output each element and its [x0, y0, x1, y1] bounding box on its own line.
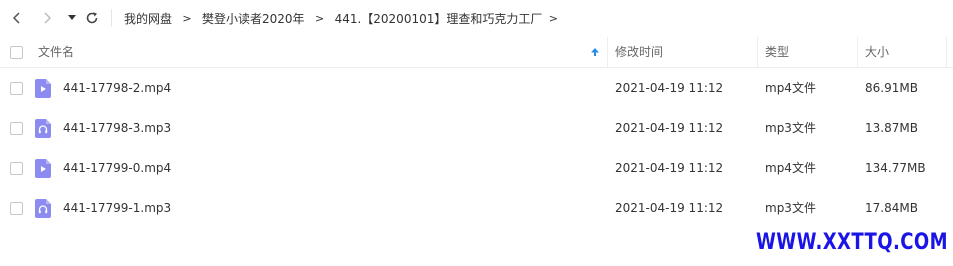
forward-button[interactable]: [37, 8, 57, 28]
breadcrumb-item-current[interactable]: 441.【20200101】理查和巧克力工厂: [335, 10, 543, 27]
column-divider[interactable]: [607, 37, 608, 68]
file-modified: 2021-04-19 11:12: [615, 161, 724, 175]
table-row[interactable]: 441-17799-1.mp3 2021-04-19 11:12 mp3文件 1…: [0, 188, 953, 228]
row-checkbox[interactable]: [10, 202, 23, 215]
chevron-right-icon: [44, 12, 52, 24]
row-checkbox[interactable]: [10, 82, 23, 95]
file-name[interactable]: 441-17799-1.mp3: [63, 188, 171, 228]
file-size: 17.84MB: [865, 201, 918, 215]
table-row[interactable]: 441-17798-3.mp3 2021-04-19 11:12 mp3文件 1…: [0, 108, 953, 148]
file-size: 13.87MB: [865, 121, 918, 135]
column-header-size[interactable]: 大小: [865, 37, 889, 67]
caret-down-icon: [68, 15, 76, 20]
table-header: 文件名 修改时间 类型 大小: [0, 37, 953, 68]
file-name[interactable]: 441-17798-3.mp3: [63, 108, 171, 148]
refresh-button[interactable]: [82, 8, 102, 28]
breadcrumb-item-folder[interactable]: 樊登小读者2020年: [202, 10, 305, 27]
toolbar-divider: [111, 9, 112, 27]
audio-file-icon: [35, 199, 51, 218]
breadcrumb-item-root[interactable]: 我的网盘: [124, 10, 172, 27]
watermark-text: WWW.XXTTQ.COM: [756, 230, 948, 255]
video-file-icon: [35, 79, 51, 98]
select-all-checkbox[interactable]: [10, 46, 23, 59]
file-type: mp4文件: [765, 81, 816, 95]
toolbar: 我的网盘 > 樊登小读者2020年 > 441.【20200101】理查和巧克力…: [0, 0, 953, 36]
column-header-type[interactable]: 类型: [765, 37, 789, 67]
column-divider[interactable]: [757, 37, 758, 68]
file-name[interactable]: 441-17799-0.mp4: [63, 148, 171, 188]
table-row[interactable]: 441-17799-0.mp4 2021-04-19 11:12 mp4文件 1…: [0, 148, 953, 188]
video-file-icon: [35, 159, 51, 178]
row-checkbox[interactable]: [10, 162, 23, 175]
file-type: mp4文件: [765, 161, 816, 175]
table-row[interactable]: 441-17798-2.mp4 2021-04-19 11:12 mp4文件 8…: [0, 68, 953, 108]
sort-ascending-icon[interactable]: [590, 37, 602, 67]
back-button[interactable]: [7, 8, 27, 28]
history-dropdown-button[interactable]: [62, 8, 82, 28]
audio-file-icon: [35, 119, 51, 138]
breadcrumb-separator[interactable]: >: [542, 12, 564, 25]
breadcrumb-separator: >: [182, 11, 192, 25]
file-modified: 2021-04-19 11:12: [615, 201, 724, 215]
file-size: 134.77MB: [865, 161, 926, 175]
breadcrumb-separator: >: [314, 11, 325, 25]
column-header-modified[interactable]: 修改时间: [615, 37, 663, 67]
breadcrumb: 我的网盘 > 樊登小读者2020年 > 441.【20200101】理查和巧克力…: [124, 0, 564, 36]
file-type: mp3文件: [765, 121, 816, 135]
refresh-icon: [86, 12, 98, 24]
row-checkbox[interactable]: [10, 122, 23, 135]
file-modified: 2021-04-19 11:12: [615, 81, 724, 95]
column-divider[interactable]: [857, 37, 858, 68]
column-divider[interactable]: [946, 37, 947, 68]
file-name[interactable]: 441-17798-2.mp4: [63, 68, 171, 108]
file-modified: 2021-04-19 11:12: [615, 121, 724, 135]
column-header-name[interactable]: 文件名: [38, 37, 74, 67]
chevron-left-icon: [12, 12, 20, 24]
file-type: mp3文件: [765, 201, 816, 215]
file-size: 86.91MB: [865, 81, 918, 95]
